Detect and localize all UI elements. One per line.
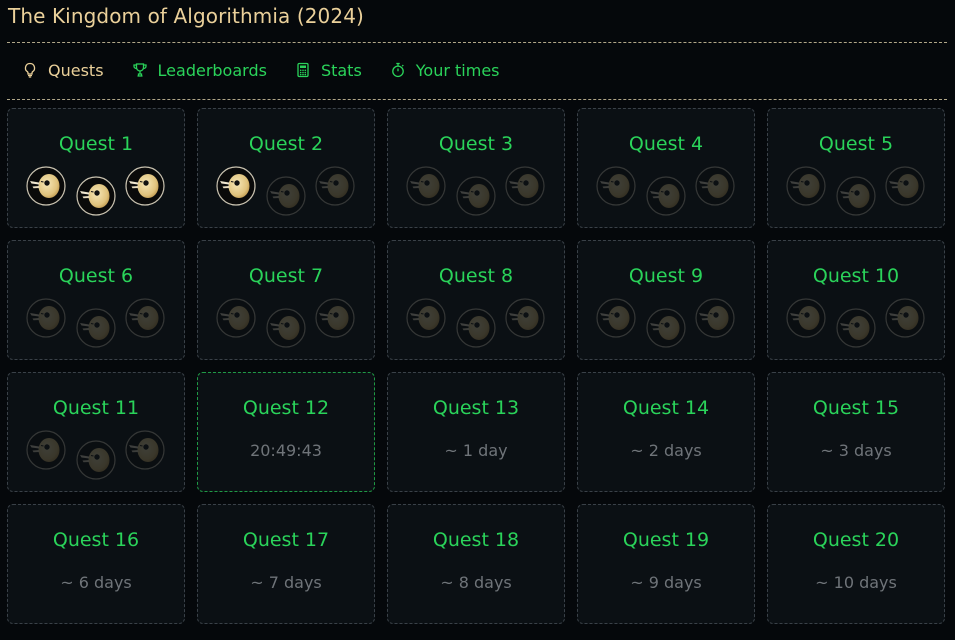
duck-medal-locked-icon bbox=[836, 308, 876, 348]
duck-medal-locked-icon bbox=[76, 308, 116, 348]
quest-title: Quest 17 bbox=[242, 529, 330, 551]
quest-countdown: ~ 6 days bbox=[60, 573, 132, 592]
page-title: The Kingdom of Algorithmia (2024) bbox=[8, 4, 364, 28]
duck-medal-locked-icon bbox=[456, 308, 496, 348]
duck-medal-locked-icon bbox=[26, 298, 66, 338]
duck-medal-locked-icon bbox=[505, 298, 545, 338]
medal-row bbox=[578, 241, 754, 361]
duck-medal-locked-icon bbox=[646, 308, 686, 348]
quest-card[interactable]: Quest 5 bbox=[767, 108, 945, 228]
duck-medal-icon bbox=[125, 166, 165, 206]
nav-label: Quests bbox=[48, 60, 104, 80]
duck-medal-locked-icon bbox=[836, 176, 876, 216]
duck-medal-locked-icon bbox=[505, 166, 545, 206]
medal-row bbox=[8, 109, 184, 229]
divider-bottom bbox=[7, 99, 947, 100]
quest-title: Quest 16 bbox=[52, 529, 140, 551]
duck-medal-icon bbox=[26, 166, 66, 206]
duck-medal-locked-icon bbox=[786, 298, 826, 338]
quest-card[interactable]: Quest 8 bbox=[387, 240, 565, 360]
quest-title: Quest 12 bbox=[242, 397, 330, 419]
quest-card[interactable]: Quest 13 ~ 1 day bbox=[387, 372, 565, 492]
quest-title: Quest 15 bbox=[812, 397, 900, 419]
main-nav: Quests Leaderboards Stats Your times bbox=[22, 58, 528, 82]
duck-medal-locked-icon bbox=[266, 176, 306, 216]
quest-title: Quest 18 bbox=[432, 529, 520, 551]
quest-card[interactable]: Quest 3 bbox=[387, 108, 565, 228]
quest-card[interactable]: Quest 12 20:49:43 bbox=[197, 372, 375, 492]
duck-medal-icon bbox=[76, 176, 116, 216]
medal-row bbox=[198, 241, 374, 361]
quest-card[interactable]: Quest 4 bbox=[577, 108, 755, 228]
quest-countdown: ~ 2 days bbox=[630, 441, 702, 460]
duck-medal-locked-icon bbox=[695, 298, 735, 338]
quest-grid: Quest 1 Quest 2 Quest 3 Quest 4 Quest 5 … bbox=[7, 108, 945, 624]
duck-medal-locked-icon bbox=[885, 166, 925, 206]
quest-countdown: ~ 3 days bbox=[820, 441, 892, 460]
quest-card[interactable]: Quest 7 bbox=[197, 240, 375, 360]
lightbulb-icon bbox=[24, 62, 36, 78]
duck-medal-locked-icon bbox=[456, 176, 496, 216]
medal-row bbox=[198, 109, 374, 229]
quest-card[interactable]: Quest 17 ~ 7 days bbox=[197, 504, 375, 624]
trophy-icon bbox=[132, 63, 147, 77]
quest-card[interactable]: Quest 14 ~ 2 days bbox=[577, 372, 755, 492]
quest-card[interactable]: Quest 2 bbox=[197, 108, 375, 228]
quest-countdown: ~ 7 days bbox=[250, 573, 322, 592]
nav-item-quests[interactable]: Quests bbox=[22, 61, 104, 80]
quest-card[interactable]: Quest 20 ~ 10 days bbox=[767, 504, 945, 624]
medal-row bbox=[388, 109, 564, 229]
duck-medal-locked-icon bbox=[596, 166, 636, 206]
medal-row bbox=[768, 241, 944, 361]
duck-medal-locked-icon bbox=[266, 308, 306, 348]
quest-title: Quest 20 bbox=[812, 529, 900, 551]
quest-card[interactable]: Quest 10 bbox=[767, 240, 945, 360]
quest-card[interactable]: Quest 9 bbox=[577, 240, 755, 360]
nav-item-your-times[interactable]: Your times bbox=[390, 61, 500, 80]
duck-medal-locked-icon bbox=[216, 298, 256, 338]
quest-countdown: ~ 1 day bbox=[444, 441, 508, 460]
duck-medal-locked-icon bbox=[315, 298, 355, 338]
quest-countdown: ~ 8 days bbox=[440, 573, 512, 592]
duck-medal-locked-icon bbox=[315, 166, 355, 206]
nav-label: Leaderboards bbox=[157, 60, 267, 80]
stopwatch-icon bbox=[391, 62, 404, 78]
nav-item-leaderboards[interactable]: Leaderboards bbox=[132, 61, 267, 80]
medal-row bbox=[8, 373, 184, 493]
duck-medal-locked-icon bbox=[125, 430, 165, 470]
quest-title: Quest 14 bbox=[622, 397, 710, 419]
medal-row bbox=[388, 241, 564, 361]
medal-row bbox=[8, 241, 184, 361]
nav-item-stats[interactable]: Stats bbox=[295, 61, 362, 80]
quest-card[interactable]: Quest 18 ~ 8 days bbox=[387, 504, 565, 624]
duck-medal-locked-icon bbox=[406, 166, 446, 206]
quest-card[interactable]: Quest 19 ~ 9 days bbox=[577, 504, 755, 624]
nav-label: Stats bbox=[320, 60, 362, 80]
quest-title: Quest 19 bbox=[622, 529, 710, 551]
duck-medal-locked-icon bbox=[786, 166, 826, 206]
divider-top bbox=[7, 42, 947, 43]
duck-medal-locked-icon bbox=[76, 440, 116, 480]
quest-card[interactable]: Quest 1 bbox=[7, 108, 185, 228]
quest-countdown: ~ 9 days bbox=[630, 573, 702, 592]
quest-card[interactable]: Quest 11 bbox=[7, 372, 185, 492]
quest-countdown: ~ 10 days bbox=[815, 573, 897, 592]
duck-medal-locked-icon bbox=[646, 176, 686, 216]
quest-card[interactable]: Quest 16 ~ 6 days bbox=[7, 504, 185, 624]
duck-medal-locked-icon bbox=[406, 298, 446, 338]
quest-countdown: 20:49:43 bbox=[250, 441, 322, 460]
calculator-icon bbox=[297, 62, 309, 78]
nav-label: Your times bbox=[415, 60, 500, 80]
duck-medal-locked-icon bbox=[695, 166, 735, 206]
duck-medal-locked-icon bbox=[26, 430, 66, 470]
quest-title: Quest 13 bbox=[432, 397, 520, 419]
medal-row bbox=[768, 109, 944, 229]
duck-medal-locked-icon bbox=[596, 298, 636, 338]
duck-medal-icon bbox=[216, 166, 256, 206]
quest-card[interactable]: Quest 6 bbox=[7, 240, 185, 360]
medal-row bbox=[578, 109, 754, 229]
duck-medal-locked-icon bbox=[885, 298, 925, 338]
duck-medal-locked-icon bbox=[125, 298, 165, 338]
quest-card[interactable]: Quest 15 ~ 3 days bbox=[767, 372, 945, 492]
